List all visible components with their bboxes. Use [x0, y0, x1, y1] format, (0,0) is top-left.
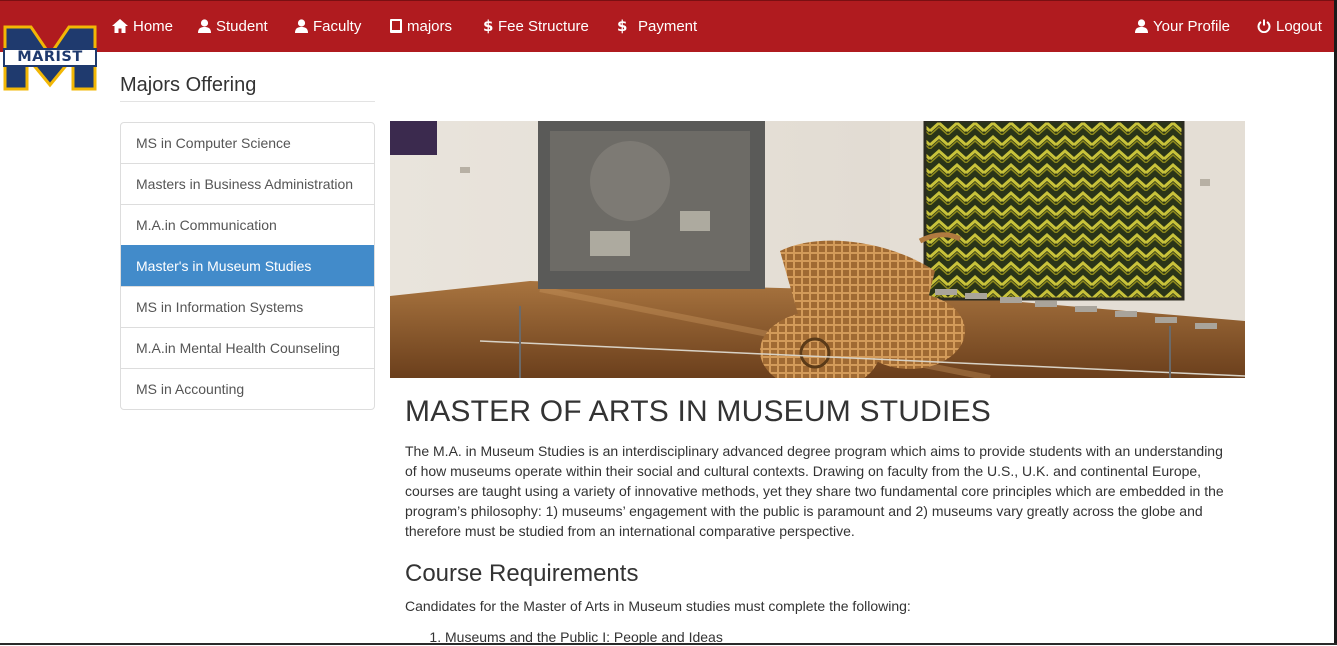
logo-text: MARIST: [17, 49, 83, 65]
major-item-museum-studies[interactable]: Master's in Museum Studies: [121, 245, 374, 286]
home-icon: [112, 19, 128, 33]
nav-payment-label: Payment: [638, 17, 698, 35]
svg-text:$: $: [483, 18, 493, 34]
nav-student-label: Student: [216, 17, 268, 35]
nav-fee-structure-label: Fee Structure: [498, 17, 589, 35]
power-icon: [1257, 19, 1271, 33]
dollar-icon: $: [483, 18, 493, 34]
nav-home[interactable]: Home: [112, 1, 173, 51]
top-navbar: Home Student Faculty majors $ Fee Struct…: [0, 0, 1334, 52]
dollar-icon: $: [617, 18, 627, 34]
page-title: MASTER OF ARTS IN MUSEUM STUDIES: [405, 395, 991, 428]
major-item-computer-science[interactable]: MS in Computer Science: [121, 123, 374, 163]
major-item-information-systems[interactable]: MS in Information Systems: [121, 286, 374, 327]
nav-payment[interactable]: $ Payment: [617, 1, 697, 51]
book-icon: [390, 19, 402, 33]
program-description: The M.A. in Museum Studies is an interdi…: [405, 443, 1224, 539]
svg-text:$: $: [617, 18, 627, 34]
nav-faculty[interactable]: Faculty: [295, 1, 361, 51]
nav-student[interactable]: Student: [198, 1, 268, 51]
majors-list: MS in Computer Science Masters in Busine…: [120, 122, 375, 410]
major-item-mental-health-counseling[interactable]: M.A.in Mental Health Counseling: [121, 327, 374, 368]
course-requirements-heading: Course Requirements: [405, 560, 639, 587]
major-item-business-administration[interactable]: Masters in Business Administration: [121, 163, 374, 204]
user-icon: [198, 19, 211, 33]
major-item-accounting[interactable]: MS in Accounting: [121, 368, 374, 409]
nav-fee-structure[interactable]: $ Fee Structure: [483, 1, 589, 51]
nav-logout-label: Logout: [1276, 17, 1322, 35]
nav-faculty-label: Faculty: [313, 17, 362, 35]
course-requirements-lead: Candidates for the Master of Arts in Mus…: [405, 598, 911, 614]
museum-gallery-image: [390, 121, 1245, 378]
major-item-communication[interactable]: M.A.in Communication: [121, 204, 374, 245]
nav-your-profile-label: Your Profile: [1153, 17, 1230, 35]
sidebar-title: Majors Offering: [120, 74, 375, 102]
marist-logo[interactable]: MARIST: [3, 25, 97, 91]
nav-majors[interactable]: majors: [390, 1, 452, 51]
user-icon: [1135, 19, 1148, 33]
nav-majors-label: majors: [407, 17, 453, 35]
nav-your-profile[interactable]: Your Profile: [1135, 1, 1230, 51]
nav-home-label: Home: [133, 17, 174, 35]
user-icon: [295, 19, 308, 33]
nav-logout[interactable]: Logout: [1257, 1, 1322, 51]
